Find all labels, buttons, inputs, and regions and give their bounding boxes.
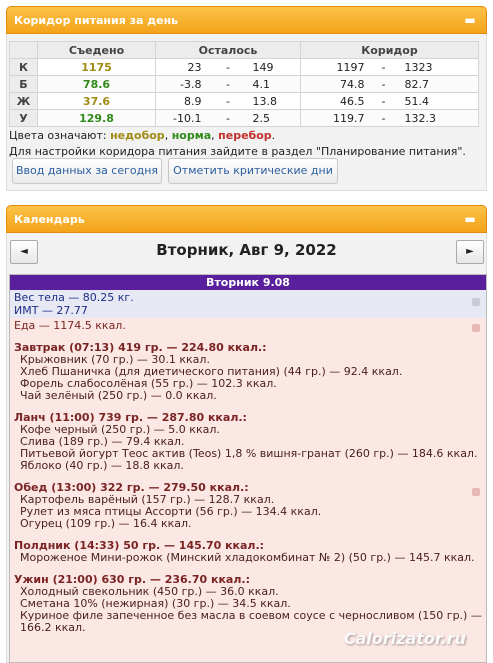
table-header-empty	[9, 41, 38, 59]
remaining-from: 8.9	[155, 92, 206, 110]
table-row: К 1175 23 - 149 1197 - 1323	[9, 58, 479, 76]
calendar-date: Вторник, Авг 9, 2022	[156, 241, 337, 259]
table-row: Ж 37.6 8.9 - 13.8 46.5 - 51.4	[9, 92, 479, 110]
body-measurements: Вес тела — 80.25 кг. ИМТ — 27.77	[10, 290, 486, 318]
eaten-value: 1175	[37, 58, 156, 76]
day-entry: Вторник 9.08 Вес тела — 80.25 кг. ИМТ — …	[9, 274, 487, 663]
corridor-from: 1197	[300, 58, 369, 76]
site-watermark: Calorizator.ru	[343, 629, 466, 648]
corridor-from: 119.7	[300, 109, 369, 127]
food-edit-icon[interactable]	[472, 324, 480, 332]
food-edit-icon[interactable]	[472, 488, 480, 496]
legend-prefix: Цвета означают:	[9, 129, 111, 142]
prev-day-button[interactable]: ◄	[10, 240, 38, 264]
collapse-icon[interactable]: ▬	[462, 13, 478, 27]
legend-comma: ,	[164, 129, 172, 142]
corridor-to: 82.7	[398, 75, 479, 93]
color-legend: Цвета означают: недобор, норма, перебор.	[9, 129, 275, 142]
eaten-value: 129.8	[37, 109, 156, 127]
corridor-panel-title: Коридор питания за день	[14, 14, 179, 27]
range-dash: -	[205, 109, 251, 127]
eaten-value: 78.6	[37, 75, 156, 93]
row-label: Ж	[9, 92, 38, 110]
list-item: Чай зелёный (250 гр.) — 0.0 ккал.	[20, 389, 217, 402]
row-label: У	[9, 109, 38, 127]
body-weight: Вес тела — 80.25 кг.	[14, 291, 134, 304]
table-header-eaten: Съедено	[37, 41, 156, 59]
range-dash: -	[368, 58, 399, 76]
range-dash: -	[368, 75, 399, 93]
remaining-to: 13.8	[250, 92, 301, 110]
corridor-panel-header: Коридор питания за день ▬	[6, 6, 487, 34]
mark-critical-days-button[interactable]: Отметить критические дни	[168, 158, 338, 184]
range-dash: -	[368, 92, 399, 110]
legend-norm: норма	[171, 129, 212, 142]
corridor-to: 132.3	[398, 109, 479, 127]
table-header-corridor: Коридор	[300, 41, 479, 59]
corridor-from: 74.8	[300, 75, 369, 93]
row-label: К	[9, 58, 38, 76]
table-header-remaining: Осталось	[155, 41, 301, 59]
range-dash: -	[205, 58, 251, 76]
food-total: Еда — 1174.5 ккал.	[14, 319, 126, 332]
calendar-panel-title: Календарь	[14, 213, 85, 226]
remaining-to: 149	[250, 58, 301, 76]
range-dash: -	[205, 92, 251, 110]
food-diary: Еда — 1174.5 ккал. Завтрак (07:13) 419 г…	[10, 318, 486, 662]
remaining-from: -10.1	[155, 109, 206, 127]
collapse-icon[interactable]: ▬	[462, 212, 478, 226]
nutrition-corridor-table: Съедено Осталось Коридор К 1175 23 - 149…	[9, 41, 479, 127]
corridor-to: 51.4	[398, 92, 479, 110]
range-dash: -	[205, 75, 251, 93]
next-day-button[interactable]: ►	[456, 240, 484, 264]
legend-under: недобор	[110, 129, 165, 142]
legend-dot: .	[271, 129, 276, 142]
legend-over: перебор	[218, 129, 272, 142]
list-item: Яблоко (40 гр.) — 18.8 ккал.	[20, 459, 184, 472]
remaining-from: -3.8	[155, 75, 206, 93]
corridor-from: 46.5	[300, 92, 369, 110]
corridor-hint: Для настройки коридора питания зайдите в…	[9, 145, 466, 158]
remaining-to: 4.1	[250, 75, 301, 93]
day-title[interactable]: Вторник 9.08	[10, 275, 486, 290]
table-row: Б 78.6 -3.8 - 4.1 74.8 - 82.7	[9, 75, 479, 93]
enter-today-button[interactable]: Ввод данных за сегодня	[12, 158, 162, 184]
calendar-panel-header: Календарь ▬	[6, 205, 487, 233]
weight-edit-icon[interactable]	[472, 298, 480, 306]
remaining-to: 2.5	[250, 109, 301, 127]
range-dash: -	[368, 109, 399, 127]
eaten-value: 37.6	[37, 92, 156, 110]
bmi-value: ИМТ — 27.77	[14, 304, 88, 317]
remaining-from: 23	[155, 58, 206, 76]
row-label: Б	[9, 75, 38, 93]
corridor-to: 1323	[398, 58, 479, 76]
table-row: У 129.8 -10.1 - 2.5 119.7 - 132.3	[9, 109, 479, 127]
list-item: Огурец (109 гр.) — 16.4 ккал.	[20, 517, 192, 530]
list-item: Мороженое Мини-рожок (Минский хладокомби…	[20, 551, 475, 564]
